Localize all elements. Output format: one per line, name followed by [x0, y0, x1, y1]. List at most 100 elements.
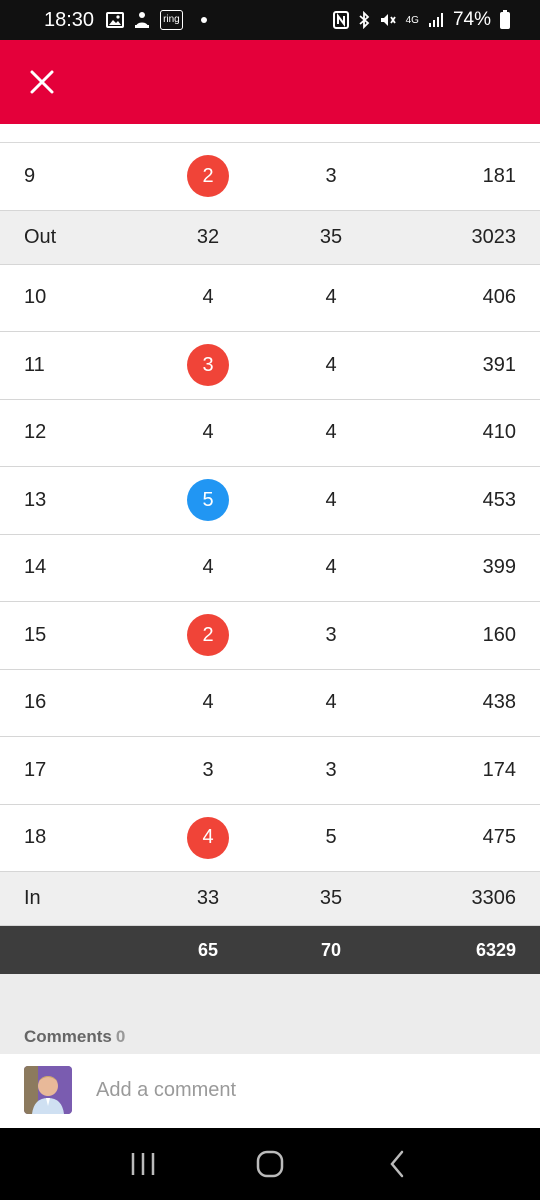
- par-cell: 4: [325, 353, 337, 376]
- score-cell: 65: [197, 939, 219, 960]
- app-bar: [0, 40, 540, 124]
- under-par-badge: 3: [187, 344, 229, 387]
- network-4g-icon: 4G: [405, 14, 419, 26]
- par-cell: 4: [325, 286, 337, 309]
- par-cell: 70: [320, 939, 342, 960]
- table-row: 13 5 4 453: [0, 467, 540, 535]
- score-cell: 5: [168, 467, 248, 534]
- battery-icon: [500, 9, 510, 29]
- table-row: 12 4 4 410: [0, 399, 540, 467]
- score-cell: 3: [168, 332, 248, 399]
- yards-cell: 399: [482, 556, 516, 579]
- table-row: 10 4 4 406: [0, 264, 540, 332]
- par-cell: 4: [325, 556, 337, 579]
- table-row: 17 3 3 174: [0, 737, 540, 805]
- nfc-icon: [332, 10, 349, 30]
- par-cell: 4: [325, 691, 337, 714]
- hole-cell: 12: [24, 421, 47, 444]
- mute-icon: [379, 10, 397, 30]
- comment-input[interactable]: [96, 1072, 516, 1108]
- yards-cell: 3306: [471, 887, 517, 909]
- score-cell: 4: [168, 805, 248, 872]
- table-row: 9 2 3 181: [0, 143, 540, 211]
- hole-cell: 10: [24, 286, 47, 309]
- under-par-badge: 2: [187, 155, 229, 198]
- system-nav-bar: [0, 1128, 540, 1200]
- bluetooth-icon: [358, 10, 370, 30]
- ring-icon: ring: [160, 10, 183, 30]
- table-row: 15 2 3 160: [0, 602, 540, 670]
- yards-cell: 453: [482, 488, 516, 511]
- yards-cell: 174: [482, 758, 516, 781]
- hole-cell: 16: [24, 691, 47, 714]
- back-icon: [390, 1150, 403, 1178]
- comments-header: Comments 0: [24, 1027, 125, 1047]
- par-cell: 35: [319, 225, 343, 248]
- hole-cell: In: [24, 887, 41, 909]
- table-row: 14 4 4 399: [0, 534, 540, 602]
- hole-cell: 13: [24, 488, 47, 511]
- score-cell: 4: [202, 421, 214, 444]
- score-cell: 32: [196, 225, 220, 248]
- par-cell: 3: [325, 623, 337, 646]
- scorecard-table: 9 2 3 181 Out 32 35 3023 10 4 4 406 11 3 4 391 12 4 4 410 13…: [0, 143, 540, 974]
- yards-cell: 181: [482, 164, 516, 187]
- score-cell: 2: [168, 143, 248, 210]
- notification-icon: [134, 10, 150, 30]
- yards-cell: 438: [482, 691, 516, 714]
- score-cell: 2: [168, 602, 248, 669]
- score-cell: 4: [202, 286, 214, 309]
- par-cell: 3: [325, 164, 337, 187]
- hole-cell: 17: [24, 758, 47, 781]
- total-row: 65 70 6329: [0, 926, 540, 974]
- hole-cell: 11: [24, 353, 45, 376]
- hole-cell: 14: [24, 556, 47, 579]
- signal-icon: [428, 10, 444, 30]
- table-row: 18 4 5 475: [0, 804, 540, 872]
- comments-count: 0: [115, 1027, 126, 1046]
- hole-cell: 15: [24, 623, 47, 646]
- table-row: 11 3 4 391: [0, 332, 540, 400]
- recent-apps-icon: [132, 1153, 155, 1175]
- recent-apps-button[interactable]: [113, 1134, 173, 1194]
- avatar: [24, 1066, 72, 1114]
- yards-cell: 6329: [475, 939, 516, 960]
- yards-cell: 3023: [471, 225, 517, 248]
- score-cell: 4: [202, 556, 214, 579]
- under-par-badge: 4: [187, 816, 229, 859]
- scrolled-row-edge: [0, 124, 540, 143]
- back-button[interactable]: [367, 1134, 427, 1194]
- home-icon: [256, 1150, 284, 1178]
- subtotal-row: In 33 35 3306: [0, 872, 540, 926]
- subtotal-row: Out 32 35 3023: [0, 210, 540, 265]
- par-cell: 5: [325, 826, 337, 849]
- yards-cell: 391: [482, 353, 516, 376]
- status-bar: 18:30 ring 4G 74%: [0, 0, 540, 40]
- status-time: 18:30: [44, 8, 95, 31]
- score-cell: 3: [202, 758, 214, 781]
- more-notifications-dot: [200, 17, 207, 23]
- home-button[interactable]: [240, 1134, 300, 1194]
- hole-cell: Out: [24, 225, 57, 248]
- yards-cell: 475: [482, 826, 516, 849]
- battery-percent: 74%: [452, 9, 491, 30]
- comment-bar: [0, 1054, 540, 1128]
- par-cell: 4: [325, 421, 337, 444]
- image-icon: [106, 10, 125, 30]
- score-cell: 4: [202, 691, 214, 714]
- over-par-badge: 5: [187, 479, 229, 522]
- par-cell: 3: [325, 758, 337, 781]
- close-icon: [30, 70, 54, 94]
- par-cell: 35: [319, 887, 343, 909]
- yards-cell: 410: [482, 421, 516, 444]
- hole-cell: 9: [24, 164, 36, 187]
- close-button[interactable]: [22, 62, 62, 102]
- under-par-badge: 2: [187, 614, 229, 657]
- par-cell: 4: [325, 488, 337, 511]
- table-row: 16 4 4 438: [0, 669, 540, 737]
- score-cell: 33: [196, 887, 220, 909]
- yards-cell: 160: [482, 623, 516, 646]
- comments-label: Comments: [24, 1027, 112, 1046]
- yards-cell: 406: [482, 286, 516, 309]
- hole-cell: 18: [24, 826, 47, 849]
